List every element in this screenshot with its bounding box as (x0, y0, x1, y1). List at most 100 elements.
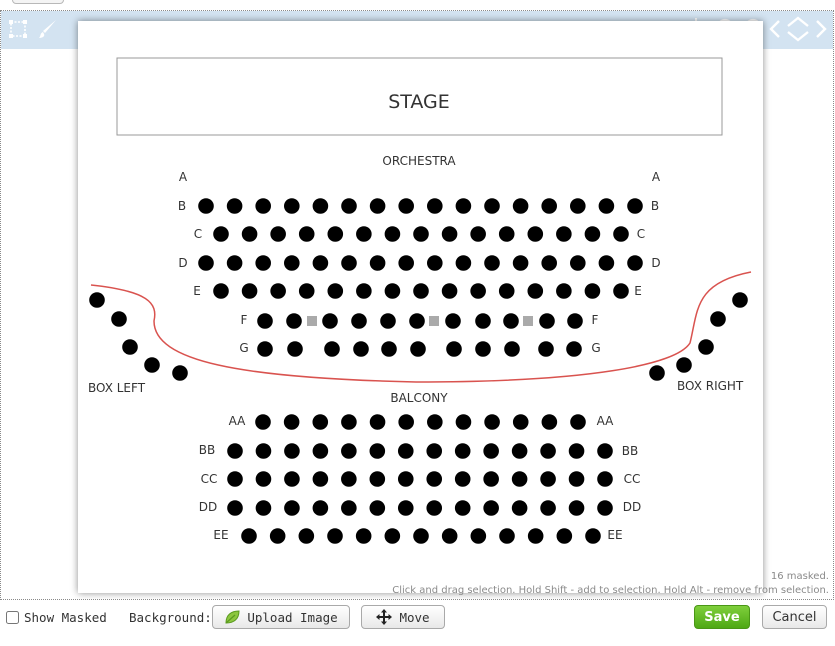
seat-CC[interactable] (597, 471, 613, 487)
seat-C[interactable] (213, 226, 229, 242)
seat-B[interactable] (512, 198, 529, 214)
seat-C[interactable] (298, 226, 315, 242)
seat-BB[interactable] (227, 443, 243, 459)
seat-AA[interactable] (455, 414, 472, 430)
seat-BB[interactable] (597, 443, 613, 459)
seat-D[interactable] (284, 255, 300, 271)
seat-C[interactable] (556, 226, 572, 242)
seat-DD[interactable] (284, 500, 300, 516)
seat-box-left[interactable] (172, 365, 188, 381)
seat-D[interactable] (312, 255, 329, 271)
seat-CC[interactable] (369, 471, 386, 487)
seat-BB[interactable] (540, 443, 556, 459)
seat-E[interactable] (356, 283, 372, 299)
pan-left-icon[interactable] (767, 16, 783, 42)
seat-E[interactable] (298, 283, 315, 299)
seat-EE[interactable] (441, 528, 458, 544)
seat-DD[interactable] (597, 500, 613, 516)
seat-CC[interactable] (511, 471, 528, 487)
seat-F[interactable] (503, 313, 519, 329)
seat-C[interactable] (470, 226, 486, 242)
seat-C[interactable] (241, 226, 258, 242)
seat-DD[interactable] (511, 500, 528, 516)
seat-F[interactable] (445, 313, 461, 329)
seat-G[interactable] (287, 341, 303, 357)
seat-DD[interactable] (312, 500, 329, 516)
seat-C[interactable] (270, 226, 286, 242)
seat-E[interactable] (498, 283, 515, 299)
masked-seat[interactable] (523, 316, 533, 326)
seat-C[interactable] (356, 226, 372, 242)
seat-E[interactable] (413, 283, 429, 299)
seat-G[interactable] (566, 341, 582, 357)
seat-box-left[interactable] (111, 311, 127, 327)
seat-D[interactable] (570, 255, 586, 271)
seat-BB[interactable] (426, 443, 443, 459)
save-button[interactable]: Save (694, 605, 750, 629)
seat-DD[interactable] (568, 500, 585, 516)
seat-AA[interactable] (312, 414, 329, 430)
seat-DD[interactable] (397, 500, 414, 516)
seat-C[interactable] (498, 226, 515, 242)
seat-BB[interactable] (511, 443, 528, 459)
upload-image-button[interactable]: Upload Image (212, 605, 350, 629)
seat-C[interactable] (441, 226, 458, 242)
seat-C[interactable] (327, 226, 344, 242)
seat-box-right[interactable] (676, 357, 692, 373)
seat-B[interactable] (312, 198, 329, 214)
seat-AA[interactable] (570, 414, 586, 430)
seat-B[interactable] (398, 198, 415, 214)
seat-G[interactable] (475, 341, 491, 357)
seat-DD[interactable] (227, 500, 243, 516)
seat-box-right[interactable] (732, 292, 748, 308)
seat-B[interactable] (284, 198, 300, 214)
seat-EE[interactable] (556, 528, 573, 544)
seat-CC[interactable] (312, 471, 329, 487)
seat-DD[interactable] (454, 500, 471, 516)
seat-CC[interactable] (540, 471, 556, 487)
pan-updown-icon[interactable] (785, 16, 811, 42)
seat-BB[interactable] (369, 443, 386, 459)
seat-G[interactable] (381, 341, 397, 357)
seat-D[interactable] (541, 255, 557, 271)
seat-E[interactable] (613, 283, 629, 299)
seat-EE[interactable] (355, 528, 372, 544)
seat-F[interactable] (409, 313, 425, 329)
seat-DD[interactable] (369, 500, 386, 516)
seat-D[interactable] (627, 255, 643, 271)
seat-EE[interactable] (298, 528, 315, 544)
seat-B[interactable] (570, 198, 586, 214)
seat-BB[interactable] (255, 443, 272, 459)
seat-EE[interactable] (527, 528, 544, 544)
seat-AA[interactable] (484, 414, 500, 430)
seat-BB[interactable] (341, 443, 357, 459)
seat-DD[interactable] (426, 500, 443, 516)
seat-F[interactable] (286, 313, 302, 329)
seat-box-right[interactable] (710, 311, 726, 327)
seat-E[interactable] (327, 283, 344, 299)
seat-B[interactable] (598, 198, 615, 214)
seat-map-editor[interactable]: STAGE ORCHESTRA BALCONY BOX LEFT BOX RIG… (0, 10, 834, 600)
seats[interactable] (89, 198, 748, 544)
seat-F[interactable] (257, 313, 273, 329)
seat-G[interactable] (324, 341, 340, 357)
seat-box-right[interactable] (649, 365, 665, 381)
seat-B[interactable] (369, 198, 386, 214)
seat-F[interactable] (322, 313, 338, 329)
seat-D[interactable] (598, 255, 615, 271)
seat-BB[interactable] (483, 443, 499, 459)
seat-BB[interactable] (312, 443, 329, 459)
masked-seat[interactable] (429, 316, 439, 326)
seat-EE[interactable] (499, 528, 515, 544)
seat-DD[interactable] (255, 500, 272, 516)
seat-box-left[interactable] (144, 357, 160, 373)
seat-EE[interactable] (269, 528, 286, 544)
seat-EE[interactable] (413, 528, 429, 544)
seat-BB[interactable] (454, 443, 471, 459)
seat-F[interactable] (567, 313, 583, 329)
seat-E[interactable] (384, 283, 401, 299)
seat-F[interactable] (539, 313, 555, 329)
seat-F[interactable] (475, 313, 491, 329)
seat-C[interactable] (384, 226, 401, 242)
seat-G[interactable] (538, 341, 554, 357)
